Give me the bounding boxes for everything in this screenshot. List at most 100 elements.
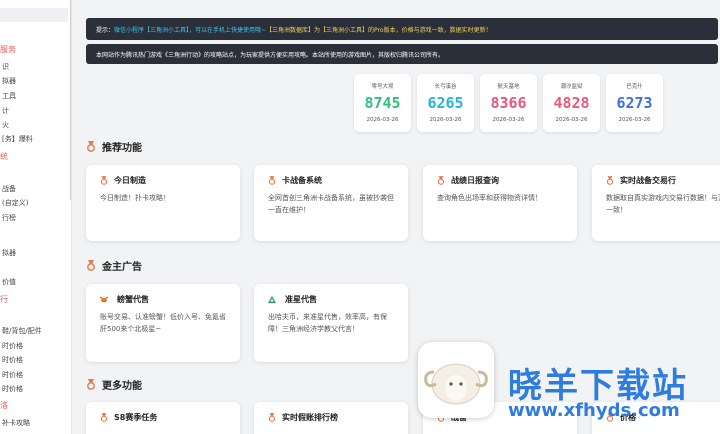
map-code: 6265 [427, 94, 464, 112]
feature-card[interactable]: 战绩日报查询查询角色出场率和获得物资详情！ [423, 165, 577, 241]
card-title: 螃蟹代售 [117, 295, 149, 304]
crab-icon [100, 295, 111, 305]
card-title-row: 战绩日报查询 [437, 175, 563, 186]
feature-card[interactable]: 实时假账排行榜 [254, 402, 408, 434]
feature-card[interactable]: S8赛季任务 [86, 402, 240, 434]
card-title: 实时假账排行榜 [282, 413, 338, 422]
map-code: 6273 [616, 94, 653, 112]
map-name: 零号大坝 [371, 84, 394, 90]
map-stat-card[interactable]: 巴克什 6273 2026-03-26 [606, 74, 663, 132]
card-title-row: 卡战备系统 [268, 175, 394, 186]
section-title: 更多功能 [102, 381, 142, 392]
section-heading-ads: 金主广告 [86, 258, 142, 273]
card-title: S8赛季任务 [114, 413, 158, 422]
sidebar-active-item[interactable] [0, 8, 68, 22]
card-title-row: 准星代售 [268, 294, 394, 305]
medal-icon [437, 176, 445, 185]
map-stat-card[interactable]: 长弓溪谷 6265 2026-03-26 [417, 74, 474, 132]
feature-card[interactable]: 卡战备系统全网首创三角洲卡战备系统，虽被抄袭但一直在维护！ [254, 165, 408, 241]
map-code: 8745 [364, 94, 401, 112]
card-title-row: 螃蟹代售 [100, 294, 226, 305]
sidebar-item[interactable]: 拟器 [2, 76, 16, 86]
sidebar-section-title: 服务 [0, 45, 16, 54]
sidebar-item[interactable]: 火 [2, 120, 9, 130]
section-heading-more: 更多功能 [86, 377, 142, 392]
notice-link[interactable]: 微信小程序【三角洲小工具】，可以在手机上快捷使用哦~ [114, 25, 266, 34]
sidebar-item[interactable]: 时价格 [2, 341, 23, 351]
sidebar-item[interactable]: 价值 [2, 277, 16, 287]
medal-icon [86, 141, 96, 152]
medal-icon [268, 413, 276, 422]
card-description: 出哈夫币，来准星代售，效率高，有保障！三角洲经济学教父代言！ [268, 313, 387, 333]
map-date: 2026-03-26 [555, 117, 588, 123]
sidebar-item[interactable]: (自定义) [2, 198, 28, 208]
sidebar-item[interactable]: 补卡攻略 [2, 418, 30, 428]
sidebar-item[interactable]: 拟器 [2, 248, 16, 258]
map-date: 2026-03-26 [618, 117, 651, 123]
card-title-row: 实时假账排行榜 [268, 412, 394, 423]
card-title: 战绩日报查询 [451, 176, 499, 185]
section-title: 金主广告 [102, 262, 142, 273]
feature-card[interactable]: 实时战备交易行数据取自真实游戏内交易行数据！与游戏一致！ [592, 165, 720, 241]
sidebar: 服务识拟器 工具计火 [务】爆料统战备 (自定义) 行榜 拟器 价值行鞋/背包/配件 时价格时… [0, 0, 72, 434]
section-heading-recommend: 推荐功能 [86, 139, 142, 154]
map-name: 长弓溪谷 [434, 84, 457, 90]
feature-card[interactable]: 准星代售出哈夫币，来准星代售，效率高，有保障！三角洲经济学教父代言！ [254, 284, 408, 362]
card-title-row: 今日制造 [100, 175, 226, 186]
sidebar-section-title: 行 [0, 295, 8, 304]
sidebar-item[interactable]: 计 [2, 106, 9, 116]
medal-icon [268, 176, 276, 185]
card-title: 今日制造 [114, 176, 146, 185]
medal-icon [100, 176, 108, 185]
feature-card[interactable]: 螃蟹代售账号交易、认准螃蟹！低价入号、免氪省肝500来个北极星~ [86, 284, 240, 362]
sidebar-item[interactable]: 识 [2, 62, 9, 72]
map-date: 2026-03-26 [492, 117, 525, 123]
map-stat-card[interactable]: 航天基地 8366 2026-03-26 [480, 74, 537, 132]
card-title: 卡战备系统 [282, 176, 322, 185]
sidebar-item[interactable]: 鞋/背包/配件 [2, 326, 42, 336]
medal-icon [100, 413, 108, 422]
feature-card[interactable]: 今日制造今日制造！扑卡攻略！ [86, 165, 240, 241]
watermark: 晓羊下载站 www.xfhyds.com [418, 338, 720, 434]
notice-text: 本网站作为腾讯热门游戏《三角洲行动》的攻略站点，为玩家提供方便实用攻略。本站所使… [96, 51, 445, 59]
watermark-url: www.xfhyds.com [508, 400, 680, 421]
card-description: 数据取自真实游戏内交易行数据！与游戏一致！ [606, 194, 720, 214]
sidebar-scrollbar[interactable] [70, 0, 71, 200]
crosshair-icon [268, 295, 279, 305]
notice-banner: 提示： 微信小程序【三角洲小工具】，可以在手机上快捷使用哦~ 【三角洲数据库】为【三… [86, 18, 718, 40]
sidebar-item[interactable]: 战备 [2, 184, 16, 194]
sidebar-section-title: 洛 [0, 401, 8, 410]
medal-icon [606, 176, 614, 185]
sidebar-item[interactable]: 时价格 [2, 355, 23, 365]
map-code: 8366 [490, 94, 527, 112]
sidebar-item[interactable]: 时价格 [2, 370, 23, 380]
sidebar-item[interactable]: 行榜 [2, 213, 16, 223]
sidebar-section-title: 统 [0, 152, 8, 161]
notice-text: 提示： [96, 26, 115, 34]
medal-icon [86, 379, 96, 390]
card-description: 今日制造！扑卡攻略！ [100, 194, 170, 202]
map-date: 2026-03-26 [366, 117, 399, 123]
sheep-logo-icon [418, 342, 494, 418]
card-title: 准星代售 [285, 295, 317, 304]
map-code: 4828 [553, 94, 590, 112]
map-name: 潮汐监狱 [560, 84, 583, 90]
card-description: 全网首创三角洲卡战备系统，虽被抄袭但一直在维护！ [268, 194, 394, 214]
sidebar-item[interactable]: [务】爆料 [2, 134, 33, 144]
notice-text: 【三角洲数据库】为【三角洲小工具】的Pro版本，价格与游戏一致，数据实时更新！ [266, 26, 492, 34]
map-name: 航天基地 [497, 84, 520, 90]
card-description: 账号交易、认准螃蟹！低价入号、免氪省肝500来个北极星~ [100, 313, 226, 333]
map-stat-card[interactable]: 潮汐监狱 4828 2026-03-26 [543, 74, 600, 132]
medal-icon [86, 260, 96, 271]
sidebar-item[interactable]: 工具 [2, 91, 16, 101]
card-description: 查询角色出场率和获得物资详情！ [437, 194, 542, 202]
map-stat-card[interactable]: 零号大坝 8745 2026-03-26 [354, 74, 411, 132]
card-title: 实时战备交易行 [620, 176, 676, 185]
map-date: 2026-03-26 [429, 117, 462, 123]
notice-banner: 本网站作为腾讯热门游戏《三角洲行动》的攻略站点，为玩家提供方便实用攻略。本站所使… [86, 44, 718, 64]
sidebar-item[interactable]: 时价格 [2, 384, 23, 394]
map-name: 巴克什 [626, 84, 643, 90]
card-title-row: 实时战备交易行 [606, 175, 720, 186]
card-title-row: S8赛季任务 [100, 412, 226, 423]
section-title: 推荐功能 [102, 143, 142, 154]
